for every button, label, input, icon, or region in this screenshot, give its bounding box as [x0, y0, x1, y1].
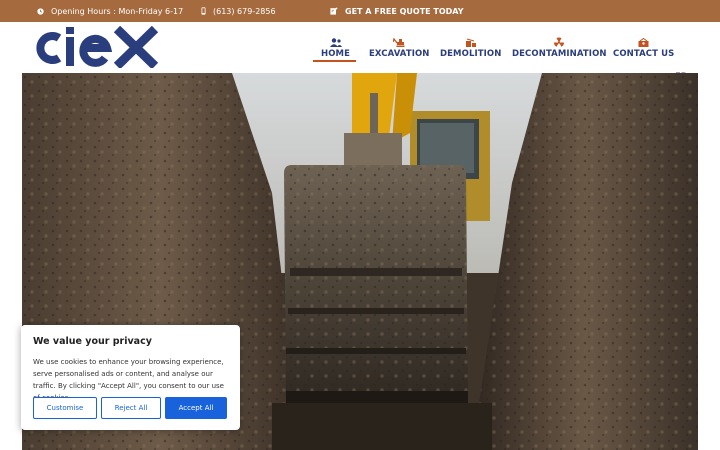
excavator-icon: [393, 36, 405, 48]
opening-hours: Opening Hours : Mon-Friday 6-17: [37, 0, 183, 22]
free-quote-link[interactable]: GET A FREE QUOTE TODAY: [330, 0, 464, 22]
nav-item-excavation[interactable]: EXCAVATION: [369, 36, 430, 59]
accept-all-button[interactable]: Accept All: [165, 397, 227, 419]
phone-number[interactable]: (613) 679-2856: [201, 0, 276, 22]
nav-label-excavation: EXCAVATION: [369, 49, 430, 59]
nav-label-home: HOME: [321, 49, 351, 59]
phone-text[interactable]: (613) 679-2856: [213, 7, 276, 16]
demolition-icon: [465, 36, 477, 48]
cookie-actions: Customise Reject All Accept All: [33, 397, 227, 419]
nav-item-contact[interactable]: CONTACT US: [613, 36, 674, 59]
top-info-bar: Opening Hours : Mon-Friday 6-17 (613) 67…: [0, 0, 720, 22]
cookie-title: We value your privacy: [33, 336, 152, 347]
nav-item-home[interactable]: HOME: [321, 36, 350, 59]
users-icon: [329, 36, 342, 48]
contact-icon: [638, 36, 649, 48]
free-quote-text[interactable]: GET A FREE QUOTE TODAY: [345, 7, 464, 16]
nav-item-decontamination[interactable]: DECONTAMINATION: [512, 36, 607, 59]
ciex-logo[interactable]: [35, 26, 159, 68]
customise-button[interactable]: Customise: [33, 397, 97, 419]
reject-all-button[interactable]: Reject All: [101, 397, 161, 419]
nav-label-demolition: DEMOLITION: [440, 49, 502, 59]
clock-icon: [37, 7, 44, 15]
nav-label-decontamination: DECONTAMINATION: [512, 49, 607, 59]
cookie-consent-banner: We value your privacy We use cookies to …: [21, 325, 240, 430]
site-header: HOME EXCAVATION DEMOLITION DECONTAMINATI…: [0, 22, 720, 82]
active-nav-underline: [313, 60, 356, 62]
mobile-phone-icon: [201, 7, 206, 15]
radiation-icon: [554, 36, 565, 48]
nav-label-contact: CONTACT US: [613, 49, 675, 59]
edit-icon: [330, 7, 338, 15]
nav-item-demolition[interactable]: DEMOLITION: [440, 36, 501, 59]
opening-hours-text: Opening Hours : Mon-Friday 6-17: [51, 6, 184, 16]
